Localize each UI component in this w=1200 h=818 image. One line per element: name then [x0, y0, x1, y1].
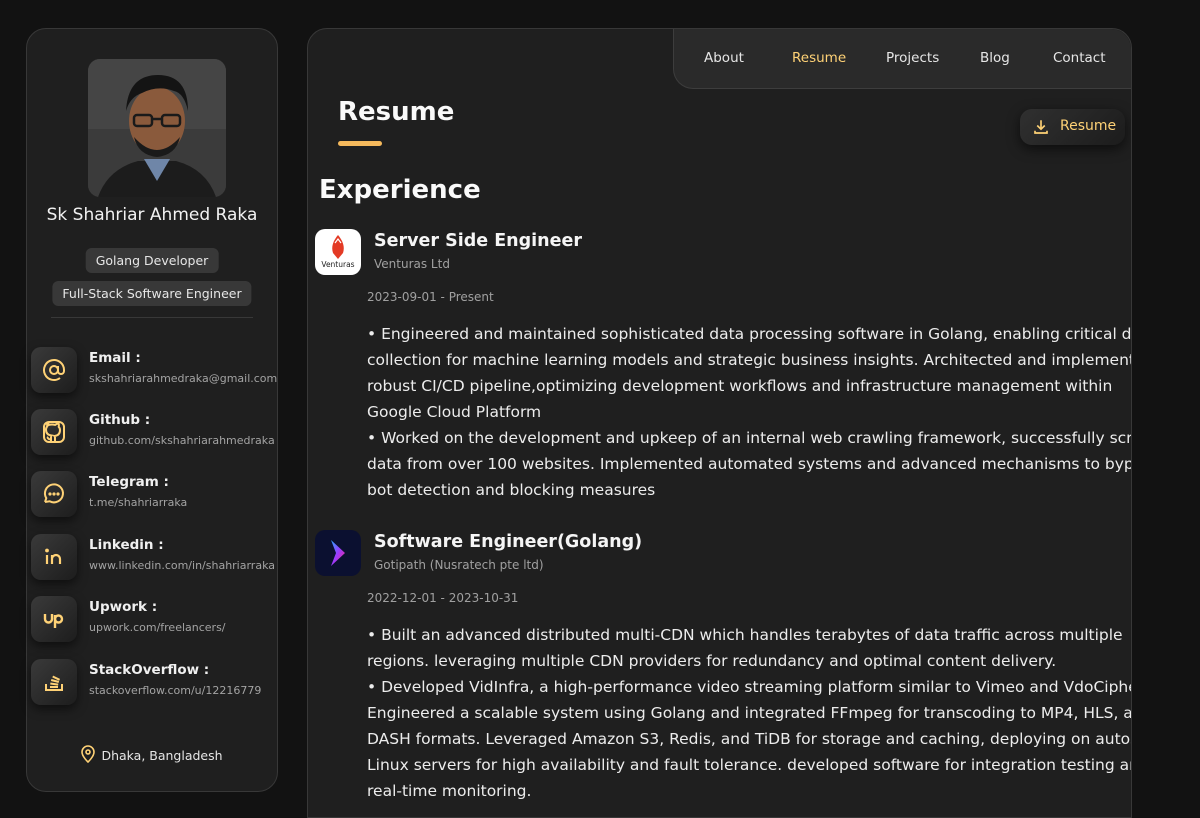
section-title: Experience	[319, 175, 481, 205]
desc-line: Engineered a scalable system using Golan…	[367, 704, 1132, 722]
desc-line: • Worked on the development and upkeep o…	[367, 429, 1132, 447]
at-icon	[31, 347, 77, 393]
job-date: 2023-09-01 - Present	[367, 290, 494, 304]
contact-upwork[interactable]: Upwork : upwork.com/freelancers/	[31, 596, 277, 644]
desc-line: real-time monitoring.	[367, 782, 532, 800]
navbar: About Resume Projects Blog Contact	[673, 29, 1131, 89]
nav-resume[interactable]: Resume	[792, 50, 846, 66]
download-label: Resume	[1060, 118, 1117, 134]
logo-text: Venturas	[321, 260, 354, 269]
desc-line: robust CI/CD pipeline,optimizing develop…	[367, 377, 1113, 395]
nav-blog[interactable]: Blog	[980, 50, 1010, 66]
profile-name: Sk Shahriar Ahmed Raka	[46, 205, 258, 225]
contact-value[interactable]: stackoverflow.com/u/12216779	[89, 684, 261, 697]
job-description: • Engineered and maintained sophisticate…	[367, 321, 1132, 503]
desc-line: Google Cloud Platform	[367, 403, 542, 421]
desc-line: bot detection and blocking measures	[367, 481, 656, 499]
desc-line: • Built an advanced distributed multi-CD…	[367, 626, 1123, 644]
contact-label: Email :	[89, 350, 141, 366]
contact-label: Linkedin :	[89, 537, 164, 553]
download-icon	[1034, 120, 1048, 134]
desc-line: Linux servers for high availability and …	[367, 756, 1132, 774]
divider	[51, 317, 253, 318]
desc-line: regions. leveraging multiple CDN provide…	[367, 652, 1057, 670]
upwork-icon	[31, 596, 77, 642]
contact-value[interactable]: upwork.com/freelancers/	[89, 621, 226, 634]
nav-about[interactable]: About	[704, 50, 744, 66]
contact-telegram[interactable]: Telegram : t.me/shahriarraka	[31, 471, 277, 519]
contact-value[interactable]: github.com/skshahriarahmedraka	[89, 434, 275, 447]
contact-value[interactable]: www.linkedin.com/in/shahriarraka	[89, 559, 275, 572]
contact-label: Github :	[89, 412, 151, 428]
profile-sidebar: Sk Shahriar Ahmed Raka Golang Developer …	[26, 28, 278, 792]
contact-linkedin[interactable]: Linkedin : www.linkedin.com/in/shahriarr…	[31, 534, 277, 582]
stackoverflow-icon	[31, 659, 77, 705]
github-icon	[31, 409, 77, 455]
job-company: Gotipath (Nusratech pte ltd)	[374, 558, 544, 572]
job-date: 2022-12-01 - 2023-10-31	[367, 591, 519, 605]
contact-label: StackOverflow :	[89, 662, 210, 678]
desc-line: • Engineered and maintained sophisticate…	[367, 325, 1132, 343]
chat-icon	[31, 471, 77, 517]
contact-github[interactable]: Github : github.com/skshahriarahmedraka	[31, 409, 277, 457]
role-tag: Full-Stack Software Engineer	[52, 281, 252, 306]
venturas-logo: Venturas	[315, 229, 361, 275]
job-title: Server Side Engineer	[374, 231, 582, 251]
desc-line: • Developed VidInfra, a high-performance…	[367, 678, 1132, 696]
linkedin-icon	[31, 534, 77, 580]
job-title: Software Engineer(Golang)	[374, 532, 643, 552]
contact-value[interactable]: skshahriarahmedraka@gmail.com	[89, 372, 277, 385]
gotipath-logo	[315, 530, 361, 576]
main-panel: About Resume Projects Blog Contact Resum…	[307, 28, 1132, 818]
avatar-photo	[88, 59, 226, 197]
job-company: Venturas Ltd	[374, 257, 450, 271]
location-text: Dhaka, Bangladesh	[101, 748, 223, 763]
desc-line: data from over 100 websites. Implemented…	[367, 455, 1132, 473]
title-underline	[338, 141, 382, 146]
contact-email[interactable]: Email : skshahriarahmedraka@gmail.com	[31, 347, 277, 395]
nav-contact[interactable]: Contact	[1053, 50, 1106, 66]
map-pin-icon	[81, 745, 96, 764]
page-title: Resume	[338, 97, 455, 127]
contact-value[interactable]: t.me/shahriarraka	[89, 496, 187, 509]
location: Dhaka, Bangladesh	[27, 745, 277, 764]
contact-label: Upwork :	[89, 599, 158, 615]
contact-stackoverflow[interactable]: StackOverflow : stackoverflow.com/u/1221…	[31, 659, 277, 707]
nav-projects[interactable]: Projects	[886, 50, 939, 66]
download-resume-button[interactable]: Resume	[1020, 109, 1125, 145]
desc-line: DASH formats. Leveraged Amazon S3, Redis…	[367, 730, 1132, 748]
desc-line: collection for machine learning models a…	[367, 351, 1132, 369]
role-tag: Golang Developer	[85, 248, 219, 273]
contact-label: Telegram :	[89, 474, 169, 490]
job-description: • Built an advanced distributed multi-CD…	[367, 622, 1132, 804]
avatar	[88, 59, 226, 197]
